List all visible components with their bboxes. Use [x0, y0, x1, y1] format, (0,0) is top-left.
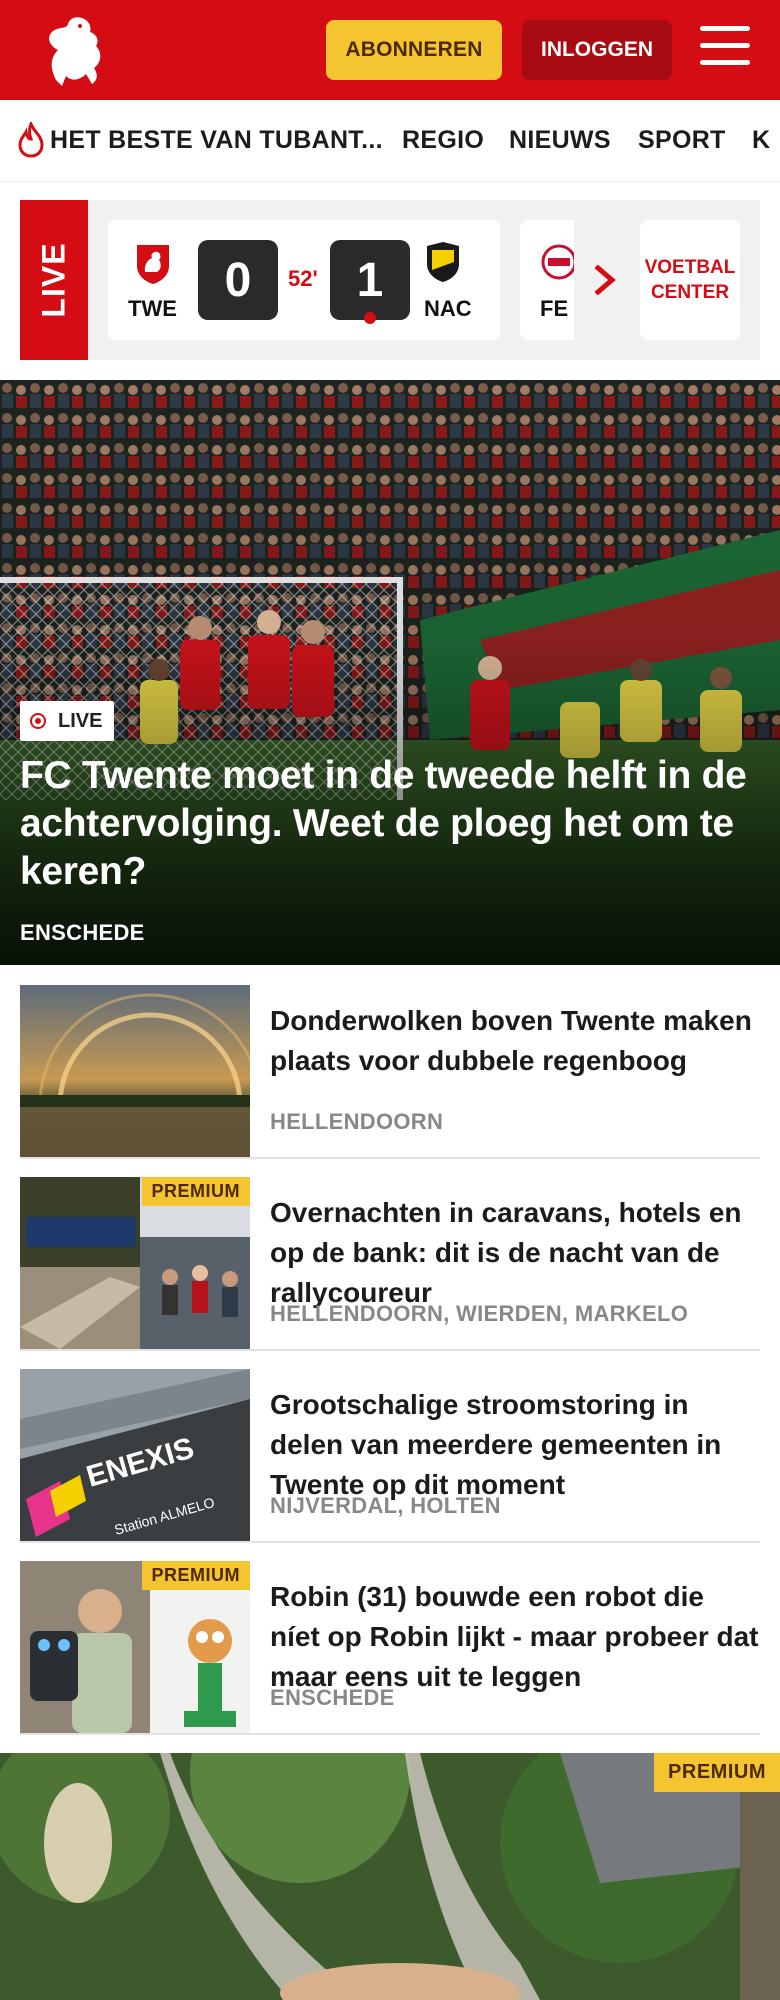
hero-title[interactable]: FC Twente moet in de tweede helft in de …	[20, 752, 760, 896]
top-bar: ABONNEREN INLOGGEN	[0, 0, 780, 100]
away-team: NAC	[424, 296, 472, 321]
login-button[interactable]: INLOGGEN	[522, 20, 672, 80]
article-thumbnail	[20, 985, 250, 1157]
article-location: NIJVERDAL, HOLTEN	[270, 1493, 501, 1518]
article-title[interactable]: Overnachten in caravans, hotels en op de…	[270, 1193, 760, 1313]
article-thumbnail: PREMIUM	[20, 1561, 250, 1733]
fc-twente-crest-icon	[137, 245, 169, 284]
next-match-card[interactable]: FE	[520, 220, 574, 340]
nac-breda-crest-icon	[427, 242, 459, 282]
goal-dot-icon	[364, 312, 376, 324]
article-location: ENSCHEDE	[270, 1685, 395, 1710]
premium-badge: PREMIUM	[141, 1561, 250, 1590]
live-label: LIVE	[20, 200, 88, 360]
hero-location: ENSCHEDE	[20, 920, 145, 945]
match-minute: 52'	[288, 266, 318, 291]
nav-item-best-of[interactable]: HET BESTE VAN TUBANT...	[50, 126, 383, 155]
subscribe-button[interactable]: ABONNEREN	[326, 20, 502, 80]
list-item[interactable]: PREMIUM Robin (31) bouwde een robot die …	[20, 1561, 760, 1735]
flame-icon	[18, 122, 44, 158]
live-dot-icon	[30, 713, 46, 729]
article-location: HELLENDOORN	[270, 1109, 444, 1134]
article-title[interactable]: Grootschalige stroomstoring in delen van…	[270, 1385, 760, 1505]
live-tag: LIVE	[20, 701, 114, 741]
nav-item-next[interactable]: K	[752, 126, 770, 155]
list-item[interactable]: Donderwolken boven Twente maken plaats v…	[20, 985, 760, 1159]
hamburger-menu-icon[interactable]	[700, 26, 750, 72]
section-nav: HET BESTE VAN TUBANT... REGIO NIEUWS SPO…	[0, 100, 780, 182]
next-team: FE	[540, 296, 569, 321]
list-item[interactable]: PREMIUM Overnachten in caravans, hotels …	[20, 1177, 760, 1351]
away-score: 1	[330, 240, 410, 320]
article-location: HELLENDOORN, WIERDEN, MARKELO	[270, 1301, 689, 1326]
feyenoord-crest-icon	[541, 244, 574, 280]
tubantia-horse-logo[interactable]	[36, 10, 108, 90]
home-team: TWE	[128, 296, 177, 321]
article-title[interactable]: Robin (31) bouwde een robot die níet op …	[270, 1577, 760, 1697]
premium-badge: PREMIUM	[141, 1177, 250, 1206]
article-thumbnail: ENEXIS Station ALMELO	[20, 1369, 250, 1541]
article-thumbnail: PREMIUM	[20, 1177, 250, 1349]
nav-item-regio[interactable]: REGIO	[402, 126, 484, 155]
nav-item-sport[interactable]: SPORT	[638, 126, 726, 155]
match-card[interactable]: TWE 0 52' 1 NAC	[108, 220, 500, 340]
premium-badge: PREMIUM	[654, 1753, 780, 1792]
home-score: 0	[198, 240, 278, 320]
voetbal-center-button[interactable]: VOETBAL CENTER	[640, 220, 740, 340]
article-title[interactable]: Donderwolken boven Twente maken plaats v…	[270, 1001, 760, 1081]
list-item[interactable]: ENEXIS Station ALMELO Grootschalige stro…	[20, 1369, 760, 1543]
nav-item-nieuws[interactable]: NIEUWS	[509, 126, 611, 155]
chevron-right-icon[interactable]	[588, 262, 624, 298]
